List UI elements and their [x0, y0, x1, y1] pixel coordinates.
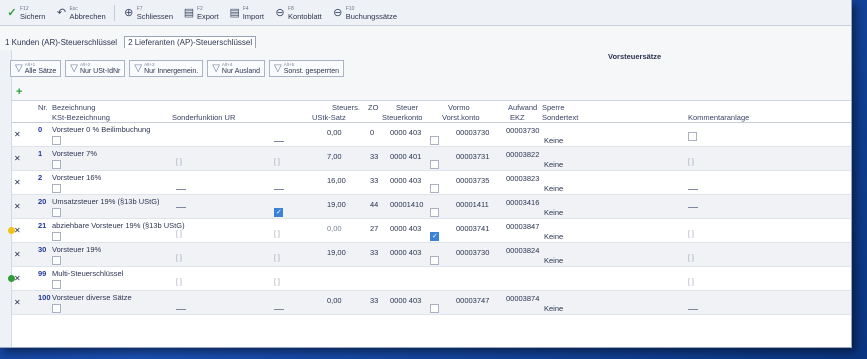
table-row[interactable]: ✕ 99 Multi-Steuerschlüssel [ ] [ ] [ ]: [8, 267, 851, 291]
col-header-steuer: Steuer: [396, 103, 419, 112]
col-header-bezeichnung: Bezeichnung: [52, 103, 96, 112]
checkbox-checked[interactable]: [430, 232, 439, 241]
tab-bar: 1 Kunden (AR)-Steuerschlüssel 2 Lieferan…: [0, 34, 257, 48]
col-header-ust-satz: UStk-Satz: [312, 113, 346, 122]
filter-bar: ▽ Alt+1 Alle Sätze ▽ Alt+2 Nur USt-IdNr ▽ Alt…: [10, 60, 344, 77]
col-header-kommentar: Kommentaranlage: [688, 113, 750, 122]
dash-marker: [176, 189, 186, 190]
text-field[interactable]: [52, 304, 61, 313]
text-field[interactable]: [52, 208, 61, 217]
col-header-aufwand: Aufwand: [508, 103, 538, 112]
delete-row-icon[interactable]: ✕: [14, 250, 24, 259]
filter-intra-eu[interactable]: ▽ Alt+3 Nur Innergemein.: [129, 60, 204, 77]
left-side-strip: [0, 50, 12, 347]
filter-icon: ▽: [212, 63, 220, 74]
col-header-vormerk: Vormo: [448, 103, 470, 112]
col-header-steuerkonto: Steuerkonto: [382, 113, 423, 122]
dash-marker: [274, 189, 284, 190]
filter-abroad[interactable]: ▽ Alt+4 Nur Ausland: [207, 60, 266, 77]
cancel-button[interactable]: ↶ Esc Abbrechen: [53, 3, 107, 23]
table-row[interactable]: ✕ 30 Vorsteuer 19% [ ] [ ] 19,00 33 0000…: [12, 243, 851, 267]
col-header-sperre: Sperre: [542, 103, 565, 112]
bookings-icon: ⊖: [333, 7, 343, 19]
dash-marker: [274, 309, 284, 310]
import-icon: ▤: [229, 7, 240, 19]
delete-row-icon[interactable]: ✕: [14, 298, 24, 307]
check-icon: ✓: [7, 7, 17, 19]
checkbox[interactable]: [430, 184, 439, 193]
col-header-zo: ZO: [368, 103, 379, 112]
filter-icon: ▽: [15, 63, 23, 74]
ledger-icon: ⊖: [275, 7, 285, 19]
filter-icon: ▽: [70, 63, 78, 74]
text-field[interactable]: [52, 280, 61, 289]
checkbox[interactable]: [430, 160, 439, 169]
checkbox[interactable]: [688, 132, 697, 141]
checkbox[interactable]: [430, 304, 439, 313]
table-row[interactable]: ✕ 20 Umsatzsteuer 19% (§13b UStG) 19,00 …: [12, 195, 851, 219]
section-title: Vorsteuersätze: [608, 52, 662, 61]
col-header-sondertext: Sondertext: [542, 113, 579, 122]
text-field[interactable]: [52, 184, 61, 193]
desktop-background: ✓ F12 Sichern ↶ Esc Abbrechen ⊕ F7 Schliess…: [0, 0, 867, 359]
export-icon: ▤: [183, 7, 195, 19]
toolbar: ✓ F12 Sichern ↶ Esc Abbrechen ⊕ F7 Schliess…: [0, 0, 851, 26]
col-header-ekz: EKZ: [510, 113, 525, 122]
dash-marker: [688, 309, 698, 310]
delete-row-icon[interactable]: ✕: [14, 130, 24, 139]
filter-vat-id[interactable]: ▽ Alt+2 Nur USt-IdNr: [65, 60, 126, 77]
delete-row-icon[interactable]: ✕: [14, 274, 24, 283]
tax-key-table: Nr. Bezeichnung KSt-Bezeichnung Sonderfu…: [8, 100, 851, 347]
filter-icon: ▽: [134, 63, 143, 74]
col-header-steuersatz: Steuers.: [332, 103, 360, 112]
text-field[interactable]: [52, 256, 61, 265]
table-row[interactable]: ✕ 100 Vorsteuer diverse Sätze 0,00 33 00…: [12, 291, 851, 315]
dash-marker: [688, 189, 698, 190]
import-button[interactable]: ▤ F4 Import: [227, 3, 266, 23]
tab-suppliers[interactable]: 2 Lieferanten (AP)-Steuerschlüssel: [124, 36, 257, 48]
table-row[interactable]: ✕ 2 Vorsteuer 16% 16,00 33 0000 403 0000…: [12, 171, 851, 195]
application-window: ✓ F12 Sichern ↶ Esc Abbrechen ⊕ F7 Schliess…: [0, 0, 852, 348]
col-header-nr: Nr.: [38, 103, 48, 112]
bookings-button[interactable]: ⊖ F10 Buchungssätze: [330, 3, 399, 23]
save-button[interactable]: ✓ F12 Sichern: [4, 3, 47, 23]
table-row[interactable]: ✕ 1 Vorsteuer 7% [ ] [ ] 7,00 33 0000 40…: [12, 147, 851, 171]
delete-row-icon[interactable]: ✕: [14, 202, 24, 211]
checkbox[interactable]: [430, 256, 439, 265]
text-field[interactable]: [52, 136, 61, 145]
delete-row-icon[interactable]: ✕: [14, 178, 24, 187]
filter-icon: ▽: [274, 63, 282, 74]
undo-icon: ↶: [56, 7, 67, 19]
col-header-vstkonto: Vorst.konto: [442, 113, 480, 122]
filter-all[interactable]: ▽ Alt+1 Alle Sätze: [10, 60, 62, 77]
export-button[interactable]: ▤ F2 Export: [181, 3, 221, 23]
col-header-sonder: Sonderfunktion UR: [172, 113, 236, 122]
toolbar-separator: [113, 4, 115, 21]
col-header-bez2: KSt-Bezeichnung: [52, 113, 110, 122]
close-circle-icon: ⊕: [124, 7, 134, 19]
dash-marker: [688, 207, 698, 208]
dash-marker: [176, 309, 186, 310]
delete-row-icon[interactable]: ✕: [14, 226, 24, 235]
add-row-icon[interactable]: +: [16, 86, 22, 98]
table-row[interactable]: ✕ 0 Vorsteuer 0 % Beilimbuchung 0,00 0 0…: [12, 123, 851, 147]
text-field[interactable]: [52, 160, 61, 169]
text-field[interactable]: [52, 232, 61, 241]
close-button[interactable]: ⊕ F7 Schliessen: [121, 3, 175, 23]
checkbox[interactable]: [430, 136, 439, 145]
delete-row-icon[interactable]: ✕: [14, 154, 24, 163]
checkbox[interactable]: [430, 208, 439, 217]
ledger-button[interactable]: ⊖ F8 Kontoblatt: [272, 3, 324, 23]
dash-marker: [274, 141, 284, 142]
table-row[interactable]: ✕ 21 abziehbare Vorsteuer 19% (§13b UStG…: [8, 219, 851, 243]
filter-locked[interactable]: ▽ Alt+5 Sonst. gesperrten: [269, 60, 344, 77]
checkbox-checked[interactable]: [274, 208, 283, 217]
tab-customers[interactable]: 1 Kunden (AR)-Steuerschlüssel: [2, 37, 120, 48]
dash-marker: [176, 207, 186, 208]
